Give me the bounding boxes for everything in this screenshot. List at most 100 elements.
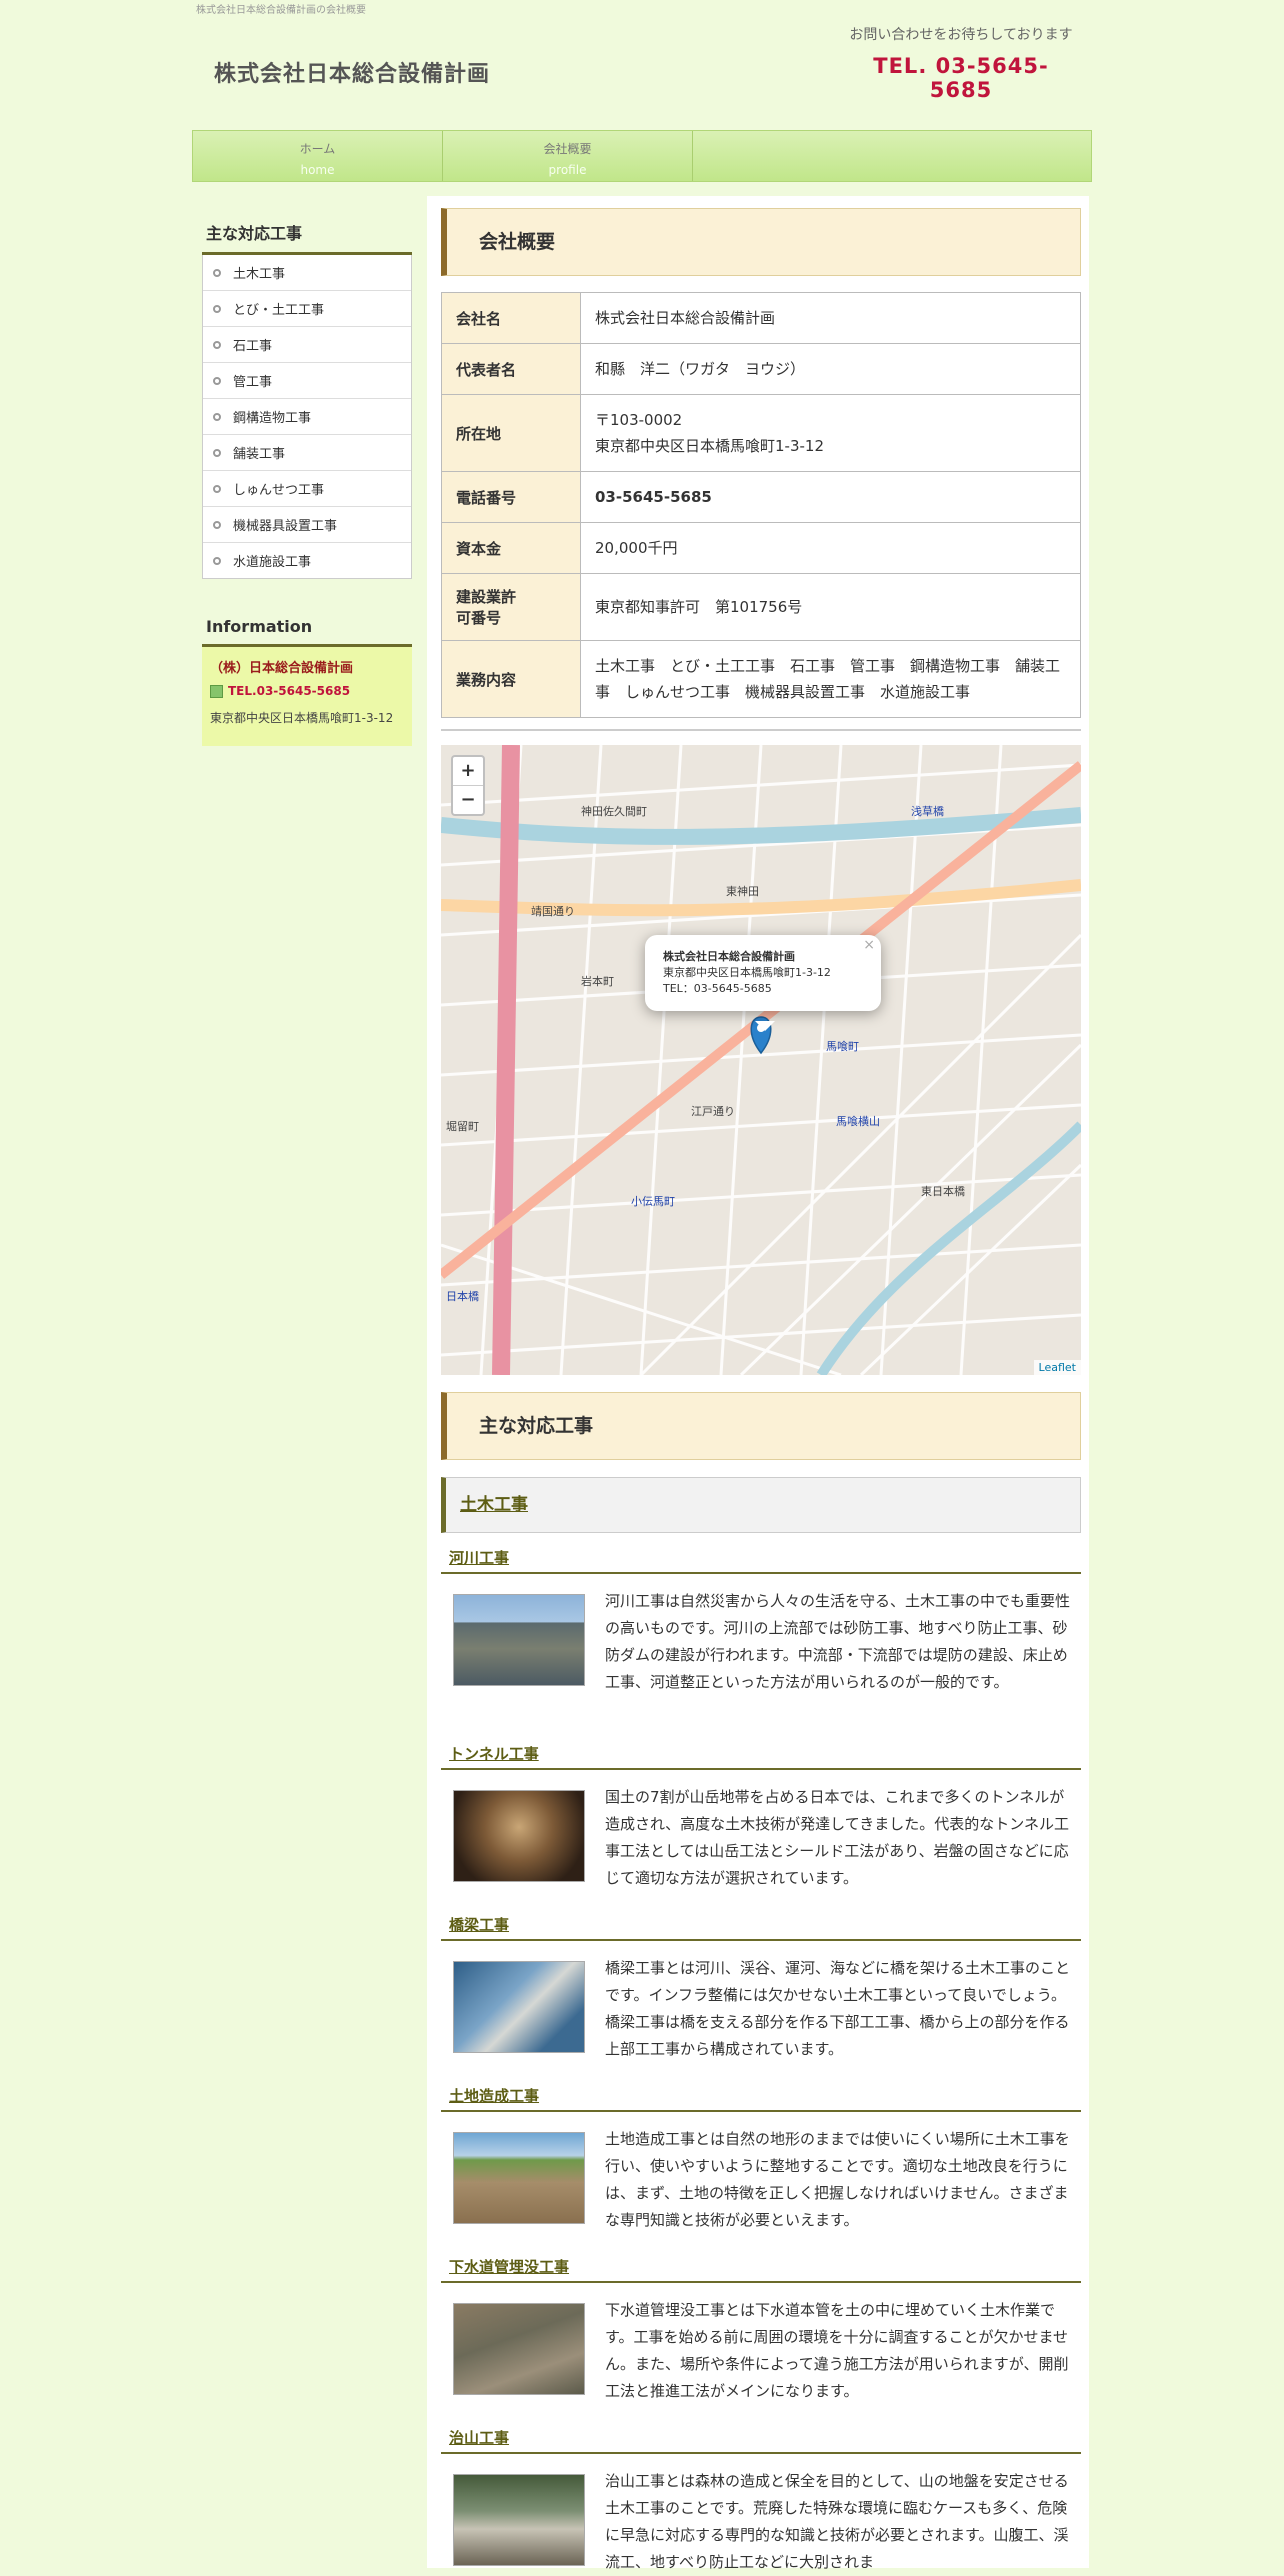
sidebar-item[interactable]: とび・土工工事 xyxy=(203,291,411,327)
row-value: 株式会社日本総合設備計画 xyxy=(580,292,1081,344)
work-item: トンネル工事 国土の7割が山岳地帯を占める日本では、これまで多くのトンネルが造成… xyxy=(441,1740,1081,1892)
profile-heading: 会社概要 xyxy=(441,208,1081,276)
header-contact: お問い合わせをお待ちしております TEL. 03-5645-5685 xyxy=(846,24,1076,102)
divider xyxy=(441,729,1081,731)
map[interactable]: 神田佐久間町 東神田 岩本町 馬喰町 馬喰横山 小伝馬町 浅草橋 日本橋 東日本… xyxy=(441,745,1081,1375)
row-header: 電話番号 xyxy=(441,471,581,523)
bullet-icon xyxy=(213,448,221,457)
row-header-line: 建設業許 xyxy=(456,588,517,606)
map-attribution[interactable]: Leaflet xyxy=(1033,1360,1081,1375)
sidebar-item[interactable]: 舗装工事 xyxy=(203,435,411,471)
map-popup: × 株式会社日本総合設備計画 東京都中央区日本橋馬喰町1-3-12 TEL：03… xyxy=(645,935,881,1011)
map-label: 浅草橋 xyxy=(911,804,944,818)
bullet-icon xyxy=(213,304,221,313)
sidebar-item[interactable]: 機械器具設置工事 xyxy=(203,507,411,543)
work-item-text: 橋梁工事とは河川、渓谷、運河、海などに橋を架ける土木工事のことです。インフラ整備… xyxy=(605,1959,1071,2058)
work-item-text: 河川工事は自然災害から人々の生活を守る、土木工事の中でも重要性の高いものです。河… xyxy=(605,1592,1071,1691)
sidebar-item[interactable]: 土木工事 xyxy=(203,255,411,291)
row-value: 20,000千円 xyxy=(580,522,1081,574)
sidebar-item[interactable]: 管工事 xyxy=(203,363,411,399)
table-row: 会社名 株式会社日本総合設備計画 xyxy=(441,292,1081,344)
sidebar-item[interactable]: 水道施設工事 xyxy=(203,543,411,578)
row-header: 代表者名 xyxy=(441,343,581,395)
work-item: 河川工事 河川工事は自然災害から人々の生活を守る、土木工事の中でも重要性の高いも… xyxy=(441,1544,1081,1696)
work-photo xyxy=(453,1594,585,1686)
work-item-body: 橋梁工事とは河川、渓谷、運河、海などに橋を架ける土木工事のことです。インフラ整備… xyxy=(441,1955,1081,2063)
table-row: 所在地 〒103-0002 東京都中央区日本橋馬喰町1-3-12 xyxy=(441,394,1081,472)
sidebar-works-list: 土木工事 とび・土工工事 石工事 管工事 鋼構造物工事 舗装工事 しゅんせつ工事… xyxy=(202,255,412,579)
map-label: 江戸通り xyxy=(691,1105,735,1118)
work-item: 土地造成工事 土地造成工事とは自然の地形のままでは使いにくい場所に土木工事を行い… xyxy=(441,2082,1081,2234)
work-item-body: 治山工事とは森林の造成と保全を目的として、山の地盤を安定させる土木工事のことです… xyxy=(441,2468,1081,2576)
sidebar-item-label: 土木工事 xyxy=(233,267,286,282)
row-header-line: 可番号 xyxy=(456,609,502,627)
page-wrapper: 株式会社日本総合設備計画の会社概要 株式会社日本総合設備計画 お問い合わせをお待… xyxy=(192,0,1092,2571)
popup-tel: TEL：03-5645-5685 xyxy=(663,982,772,995)
sidebar-item-label: 管工事 xyxy=(233,375,273,390)
work-item-heading: 河川工事 xyxy=(441,1544,1081,1574)
nav-item-profile[interactable]: 会社概要 profile xyxy=(443,131,693,181)
work-item-link[interactable]: 治山工事 xyxy=(449,2429,509,2447)
nav-label-ja: 会社概要 xyxy=(543,142,592,156)
bullet-icon xyxy=(213,412,221,421)
popup-title: 株式会社日本総合設備計画 xyxy=(663,950,795,963)
nav-label-en: home xyxy=(300,163,335,177)
sidebar-item-label: 石工事 xyxy=(233,339,273,354)
contact-tel[interactable]: TEL. 03-5645-5685 xyxy=(846,54,1076,102)
work-item-link[interactable]: 橋梁工事 xyxy=(449,1916,509,1934)
work-item-text: 治山工事とは森林の造成と保全を目的として、山の地盤を安定させる土木工事のことです… xyxy=(605,2472,1069,2571)
sidebar-item[interactable]: 鋼構造物工事 xyxy=(203,399,411,435)
info-company-name: （株）日本総合設備計画 xyxy=(210,661,354,676)
map-label: 堀留町 xyxy=(446,1120,479,1133)
work-item-heading: トンネル工事 xyxy=(441,1740,1081,1770)
table-row: 資本金 20,000千円 xyxy=(441,522,1081,574)
map-label: 神田佐久間町 xyxy=(581,804,647,818)
sidebar-info-title: Information xyxy=(202,609,412,647)
work-item-link[interactable]: トンネル工事 xyxy=(449,1745,539,1763)
popup-tip xyxy=(755,1021,775,1031)
nav-item-home[interactable]: ホーム home xyxy=(193,131,443,181)
sidebar-item[interactable]: 石工事 xyxy=(203,327,411,363)
sidebar-item-label: 鋼構造物工事 xyxy=(233,411,312,426)
sidebar: 主な対応工事 土木工事 とび・土工工事 石工事 管工事 鋼構造物工事 舗装工事 … xyxy=(202,212,412,746)
work-item-text: 下水道管埋没工事とは下水道本管を土の中に埋めていく土木作業です。工事を始める前に… xyxy=(605,2301,1069,2400)
bullet-icon xyxy=(213,556,221,565)
row-header: 所在地 xyxy=(441,394,581,472)
info-address: 東京都中央区日本橋馬喰町1-3-12 xyxy=(210,711,394,725)
sidebar-item-label: とび・土工工事 xyxy=(233,303,325,318)
main-content: 会社概要 会社名 株式会社日本総合設備計画 代表者名 和縣 洋二（ワガタ ヨウジ… xyxy=(427,196,1089,2571)
map-label: 岩本町 xyxy=(581,974,614,988)
table-row: 電話番号 03-5645-5685 xyxy=(441,471,1081,523)
work-photo xyxy=(453,2474,585,2566)
work-photo xyxy=(453,2132,585,2224)
row-value[interactable]: 03-5645-5685 xyxy=(580,471,1081,523)
global-nav: ホーム home 会社概要 profile xyxy=(192,130,1092,182)
row-header: 業務内容 xyxy=(441,640,581,718)
zoom-out-button[interactable]: − xyxy=(453,786,483,814)
row-value: 〒103-0002 東京都中央区日本橋馬喰町1-3-12 xyxy=(580,394,1081,472)
address: 東京都中央区日本橋馬喰町1-3-12 xyxy=(595,437,825,455)
map-label: 馬喰町 xyxy=(826,1039,859,1053)
info-tel-text: TEL.03-5645-5685 xyxy=(228,684,351,698)
works-category-heading: 土木工事 xyxy=(441,1477,1081,1533)
sidebar-item[interactable]: しゅんせつ工事 xyxy=(203,471,411,507)
work-item-heading: 下水道管埋没工事 xyxy=(441,2253,1081,2283)
site-title[interactable]: 株式会社日本総合設備計画 xyxy=(214,56,490,88)
zoom-control: + − xyxy=(451,755,485,816)
profile-table: 会社名 株式会社日本総合設備計画 代表者名 和縣 洋二（ワガタ ヨウジ） 所在地… xyxy=(441,292,1081,718)
category-link[interactable]: 土木工事 xyxy=(460,1495,528,1515)
row-value: 土木工事 とび・土工工事 石工事 管工事 鋼構造物工事 舗装工事 しゅんせつ工事… xyxy=(580,640,1081,718)
work-item-link[interactable]: 下水道管埋没工事 xyxy=(449,2258,569,2276)
close-icon[interactable]: × xyxy=(863,937,875,953)
info-tel[interactable]: TEL.03-5645-5685 xyxy=(210,684,404,698)
works-heading: 主な対応工事 xyxy=(441,1392,1081,1460)
map-label: 東神田 xyxy=(726,884,759,898)
map-label: 東日本橋 xyxy=(921,1184,965,1198)
zoom-in-button[interactable]: + xyxy=(453,757,483,786)
bullet-icon xyxy=(213,520,221,529)
work-photo xyxy=(453,2303,585,2395)
info-box: （株）日本総合設備計画 TEL.03-5645-5685 東京都中央区日本橋馬喰… xyxy=(202,647,412,746)
work-item-link[interactable]: 土地造成工事 xyxy=(449,2087,539,2105)
work-photo xyxy=(453,1961,585,2053)
work-item-link[interactable]: 河川工事 xyxy=(449,1549,509,1567)
